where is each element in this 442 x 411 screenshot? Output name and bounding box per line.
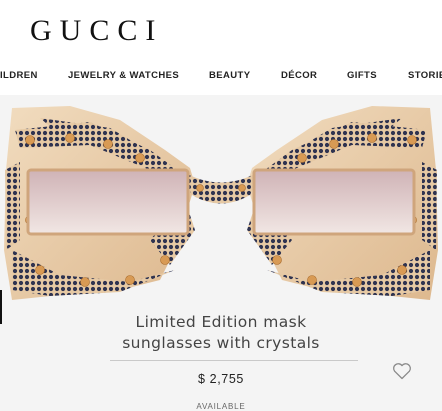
product-title[interactable]: Limited Edition mask sunglasses with cry… [0,312,442,354]
divider [110,360,358,361]
nav-item-beauty[interactable]: BEAUTY [209,70,250,81]
nav-item-gifts[interactable]: GIFTS [347,70,377,81]
product-title-line-1: Limited Edition mask [135,313,307,331]
main-nav: ILDREN JEWELRY & WATCHES BEAUTY DÉCOR GI… [0,66,442,88]
product-price: $ 2,755 [198,372,244,386]
left-lens [26,168,190,236]
product-image-sunglasses[interactable] [0,100,442,310]
nav-item-decor[interactable]: DÉCOR [281,70,317,81]
site-header: GUCCI ILDREN JEWELRY & WATCHES BEAUTY DÉ… [0,0,442,95]
gucci-logo[interactable]: GUCCI [30,14,163,48]
product-title-line-2: sunglasses with crystals [122,334,320,352]
nav-item-stories[interactable]: STORIE [408,70,442,81]
nav-item-children[interactable]: ILDREN [0,70,38,81]
right-lens [252,168,416,236]
nav-item-jewelry-watches[interactable]: JEWELRY & WATCHES [68,70,179,81]
heart-outline-icon[interactable] [392,362,412,380]
